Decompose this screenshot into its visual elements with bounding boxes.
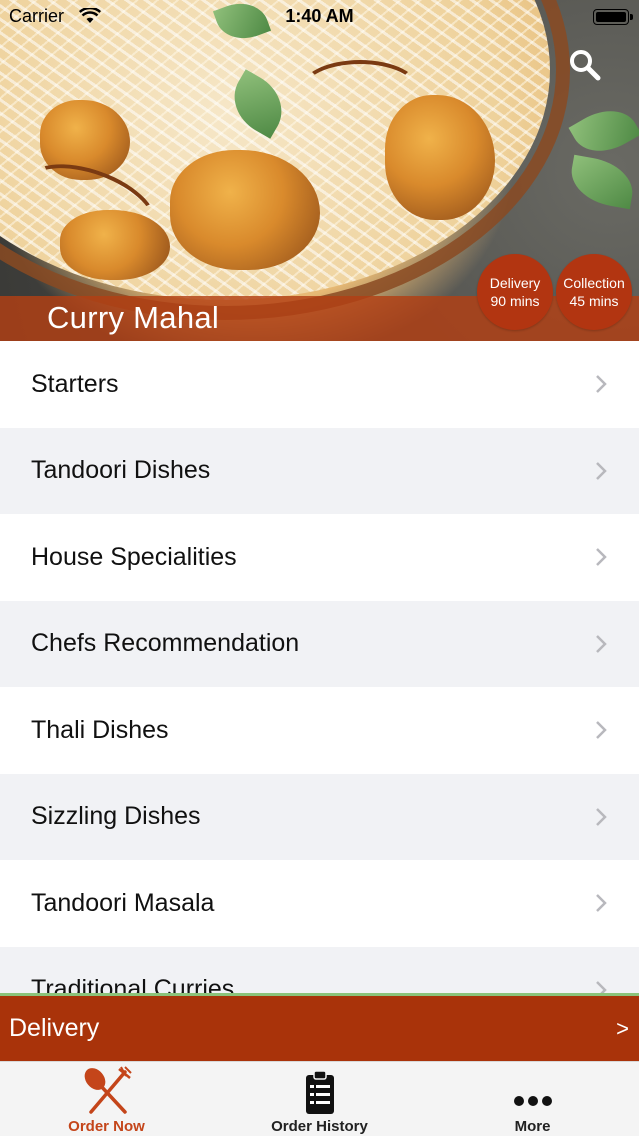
fork-knife-icon — [84, 1066, 132, 1114]
menu-category-label: Sizzling Dishes — [31, 802, 201, 831]
chevron-right-icon — [596, 894, 607, 913]
collection-time-badge: Collection 45 mins — [556, 254, 632, 330]
collection-badge-label: Collection — [563, 275, 625, 291]
menu-category-list[interactable]: Starters Tandoori Dishes House Specialit… — [0, 341, 639, 995]
mint-leaf-image — [568, 97, 639, 165]
battery-icon — [593, 9, 633, 25]
food-chunk-image — [385, 95, 495, 220]
search-icon[interactable] — [568, 48, 602, 82]
tab-label: Order Now — [68, 1118, 145, 1135]
tab-label: More — [514, 1118, 551, 1135]
order-mode-bar[interactable]: Delivery > — [0, 993, 639, 1061]
menu-category-row[interactable]: Starters — [0, 341, 639, 428]
chevron-right-icon — [596, 634, 607, 653]
delivery-badge-time: 90 mins — [490, 293, 540, 309]
onion-garnish-image — [300, 60, 420, 120]
tab-label: Order History — [271, 1118, 368, 1135]
tab-bar: Order Now Order History More — [0, 1061, 639, 1136]
tab-more[interactable]: More — [426, 1062, 639, 1136]
clipboard-icon — [305, 1070, 334, 1114]
chevron-right-icon — [596, 721, 607, 740]
delivery-time-badge: Delivery 90 mins — [477, 254, 553, 330]
delivery-badge-label: Delivery — [489, 275, 541, 291]
menu-category-label: Tandoori Dishes — [31, 456, 211, 485]
menu-category-row[interactable]: Tandoori Dishes — [0, 427, 639, 514]
tab-order-history[interactable]: Order History — [213, 1062, 426, 1136]
menu-category-label: Tandoori Masala — [31, 888, 215, 917]
menu-category-row[interactable]: Tandoori Masala — [0, 860, 639, 947]
menu-category-row[interactable]: Chefs Recommendation — [0, 600, 639, 687]
tab-order-now[interactable]: Order Now — [0, 1062, 213, 1136]
order-mode-label: Delivery — [9, 1014, 100, 1042]
menu-category-row[interactable]: Sizzling Dishes — [0, 773, 639, 860]
menu-category-label: Chefs Recommendation — [31, 629, 300, 658]
restaurant-title: Curry Mahal — [47, 300, 220, 335]
status-bar: Carrier 1:40 AM — [0, 0, 639, 34]
menu-category-row[interactable]: House Specialities — [0, 514, 639, 601]
order-mode-arrow-icon: > — [616, 1015, 629, 1041]
chevron-right-icon — [596, 548, 607, 567]
menu-category-row[interactable]: Thali Dishes — [0, 687, 639, 774]
chevron-right-icon — [596, 807, 607, 826]
collection-badge-time: 45 mins — [569, 293, 619, 309]
menu-category-label: Thali Dishes — [31, 715, 169, 744]
menu-category-label: House Specialities — [31, 542, 237, 571]
more-dots-icon — [513, 1096, 552, 1106]
food-chunk-image — [170, 150, 320, 270]
status-time: 1:40 AM — [285, 6, 354, 26]
chevron-right-icon — [596, 375, 607, 394]
chevron-right-icon — [596, 461, 607, 480]
menu-category-label: Starters — [31, 369, 119, 398]
mint-leaf-image — [566, 154, 638, 210]
menu-category-row[interactable]: Traditional Curries — [0, 946, 639, 995]
